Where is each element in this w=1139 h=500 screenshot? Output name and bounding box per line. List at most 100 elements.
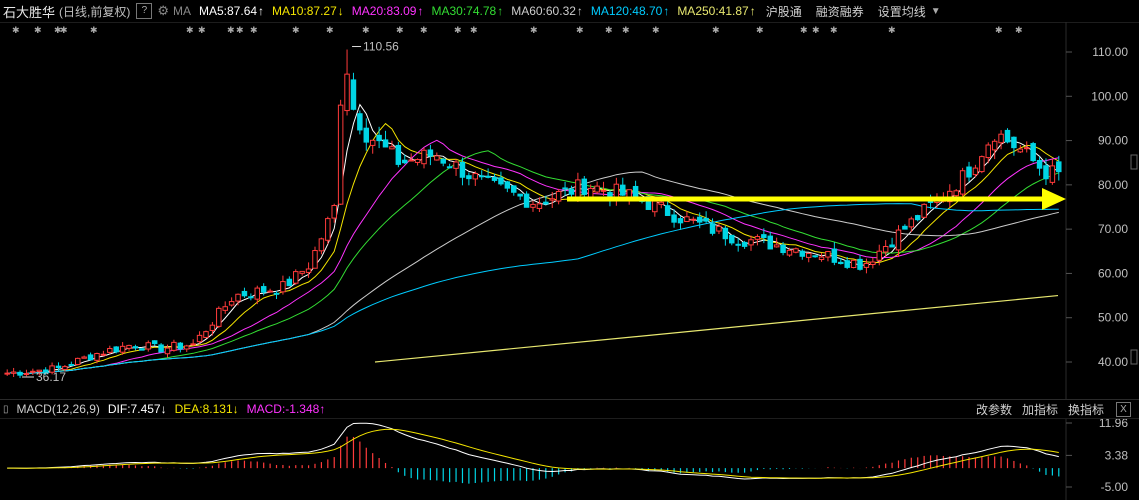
candle-body — [312, 250, 318, 269]
info-marker-icon[interactable]: ✱ — [12, 26, 20, 36]
candle-body — [523, 193, 530, 208]
candle-body — [594, 185, 600, 193]
candle-body — [4, 372, 10, 375]
info-marker-icon[interactable]: ✱ — [250, 26, 258, 36]
add-indicator-button[interactable]: 加指标 — [1022, 401, 1058, 418]
info-marker-icon[interactable]: ✱ — [362, 26, 370, 36]
arrow-right-icon — [1042, 188, 1066, 210]
candle-body — [870, 261, 876, 265]
info-marker-icon[interactable]: ✱ — [34, 26, 42, 36]
candle-body — [587, 187, 594, 199]
info-marker-icon[interactable]: ✱ — [800, 26, 808, 36]
candle-body — [1043, 165, 1049, 180]
candle-body — [908, 218, 915, 228]
info-marker-icon[interactable]: ✱ — [326, 26, 334, 36]
info-marker-icon[interactable]: ✱ — [90, 26, 98, 36]
candle-body — [536, 203, 543, 209]
candle-body — [177, 342, 184, 350]
info-marker-icon[interactable]: ✱ — [530, 26, 538, 36]
info-marker-icon[interactable]: ✱ — [470, 26, 478, 36]
info-marker-icon[interactable]: ✱ — [652, 26, 660, 36]
candle-body — [68, 363, 75, 366]
info-marker-icon[interactable]: ✱ — [995, 26, 1003, 36]
kline-chart[interactable]: ✱ ✱ ✱✱ ✱ ✱ ✱ ✱ ✱ ✱ ✱ ✱ ✱ ✱ ✱ ✱ ✱ ✱ ✱ ✱ ✱ ✱ ✱ ✱ ✱ ✱ ✱ ✱ ✱ ✱ 110.56 36.… — [0, 0, 1139, 500]
candle-body — [555, 190, 562, 202]
candle-body — [838, 261, 844, 265]
candle-body — [485, 175, 491, 178]
candle-body — [517, 193, 523, 197]
info-marker-icon[interactable]: ✱ — [1015, 26, 1023, 36]
candle-body — [55, 365, 62, 369]
info-marker-icon[interactable]: ✱ — [622, 26, 630, 36]
candle-body — [895, 229, 902, 251]
candle-body — [754, 236, 761, 240]
close-icon[interactable]: X — [1116, 401, 1131, 417]
candle-body — [376, 134, 382, 142]
candle-body — [979, 156, 985, 173]
candle-body — [786, 249, 793, 256]
price-tick-label: 110.00 — [1092, 45, 1128, 59]
info-marker-icon[interactable]: ✱ — [198, 26, 206, 36]
candle-body — [107, 348, 113, 353]
collapse-icon[interactable]: ▯ — [3, 404, 9, 415]
candle-body — [151, 340, 158, 345]
candle-body — [357, 113, 363, 131]
candle-body — [453, 161, 459, 169]
candle-body — [414, 159, 421, 163]
info-marker-icon[interactable]: ✱ — [227, 26, 235, 36]
candle-body — [446, 166, 453, 169]
macd-tick-label: -5.00 — [1101, 480, 1129, 494]
candle-body — [209, 324, 216, 331]
candle-body — [408, 159, 414, 162]
info-marker-icon[interactable]: ✱ — [576, 26, 584, 36]
info-marker-icon[interactable]: ✱ — [756, 26, 764, 36]
candle-body — [17, 371, 23, 376]
price-tick-label: 90.00 — [1098, 134, 1128, 148]
info-marker-icon[interactable]: ✱ — [605, 26, 613, 36]
candle-body — [235, 293, 241, 302]
candle-body — [722, 227, 729, 240]
info-marker-icon[interactable]: ✱ — [830, 26, 838, 36]
macd-title[interactable]: MACD(12,26,9) — [17, 402, 100, 416]
switch-indicator-button[interactable]: 换指标 — [1068, 401, 1104, 418]
candle-body — [761, 234, 767, 239]
info-marker-icon[interactable]: ✱ — [60, 26, 68, 36]
candle-body — [305, 268, 312, 273]
candle-body — [581, 178, 588, 195]
candle-body — [696, 216, 703, 223]
info-marker-icon[interactable]: ✱ — [236, 26, 244, 36]
candle-body — [767, 235, 773, 250]
candle-body — [382, 139, 389, 148]
candle-body — [799, 250, 806, 257]
info-marker-icon[interactable]: ✱ — [420, 26, 428, 36]
candle-body — [575, 179, 581, 198]
info-marker-icon[interactable]: ✱ — [292, 26, 300, 36]
info-marker-icon[interactable]: ✱ — [396, 26, 404, 36]
candle-body — [793, 248, 799, 253]
candle-body — [1017, 148, 1024, 153]
candle-body — [498, 177, 504, 185]
candle-body — [1056, 161, 1062, 173]
ma30-line — [7, 150, 1059, 375]
info-marker-icon[interactable]: ✱ — [812, 26, 820, 36]
candle-body — [81, 356, 87, 359]
candle-body — [780, 244, 786, 254]
candle-body — [466, 175, 472, 180]
candle-body — [966, 166, 972, 178]
candle-body — [184, 345, 190, 350]
candle-body — [350, 79, 357, 110]
candle-body — [196, 334, 203, 343]
candle-body — [568, 188, 575, 195]
candle-body — [953, 190, 959, 197]
candle-body — [190, 343, 196, 346]
info-marker-icon[interactable]: ✱ — [454, 26, 462, 36]
price-tick-label: 100.00 — [1091, 89, 1128, 103]
candle-body — [991, 140, 998, 151]
info-marker-icon[interactable]: ✱ — [712, 26, 720, 36]
change-params-button[interactable]: 改参数 — [976, 401, 1012, 418]
info-marker-icon[interactable]: ✱ — [186, 26, 194, 36]
candle-body — [363, 127, 370, 143]
candle-body — [10, 371, 17, 374]
candle-body — [1036, 159, 1043, 169]
info-marker-icon[interactable]: ✱ — [888, 26, 896, 36]
